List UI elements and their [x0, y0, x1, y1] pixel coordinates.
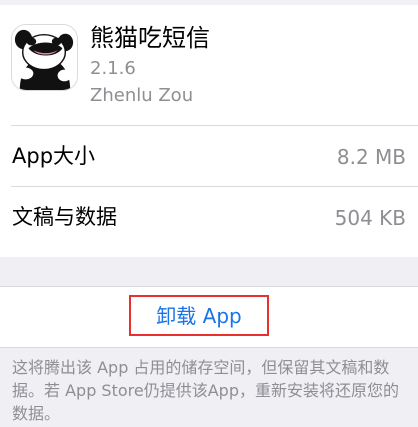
app-storage-detail-page: 熊猫吃短信 2.1.6 Zhenlu Zou App大小 8.2 MB 文稿与数… — [0, 0, 418, 427]
storage-row-value: 8.2 MB — [336, 145, 406, 169]
storage-row-label: 文稿与数据 — [12, 205, 117, 229]
offload-app-button[interactable]: 卸载 App — [129, 295, 269, 336]
storage-row-value: 504 KB — [334, 206, 406, 230]
app-header: 熊猫吃短信 2.1.6 Zhenlu Zou — [0, 5, 418, 125]
offload-app-label: 卸载 App — [156, 303, 242, 328]
storage-row-label: App大小 — [12, 144, 96, 168]
storage-row-app-size: App大小 8.2 MB — [0, 126, 418, 186]
app-developer: Zhenlu Zou — [90, 85, 194, 106]
offload-group: 卸载 App — [0, 286, 418, 348]
storage-row-documents-data: 文稿与数据 504 KB — [0, 187, 418, 247]
app-version: 2.1.6 — [90, 58, 136, 79]
app-name: 熊猫吃短信 — [90, 24, 210, 52]
panda-app-icon — [11, 24, 78, 91]
app-info-group: 熊猫吃短信 2.1.6 Zhenlu Zou App大小 8.2 MB 文稿与数… — [0, 0, 418, 257]
offload-description: 这将腾出该 App 占用的储存空间，但保留其文稿和数据。若 App Store仍… — [12, 358, 399, 423]
